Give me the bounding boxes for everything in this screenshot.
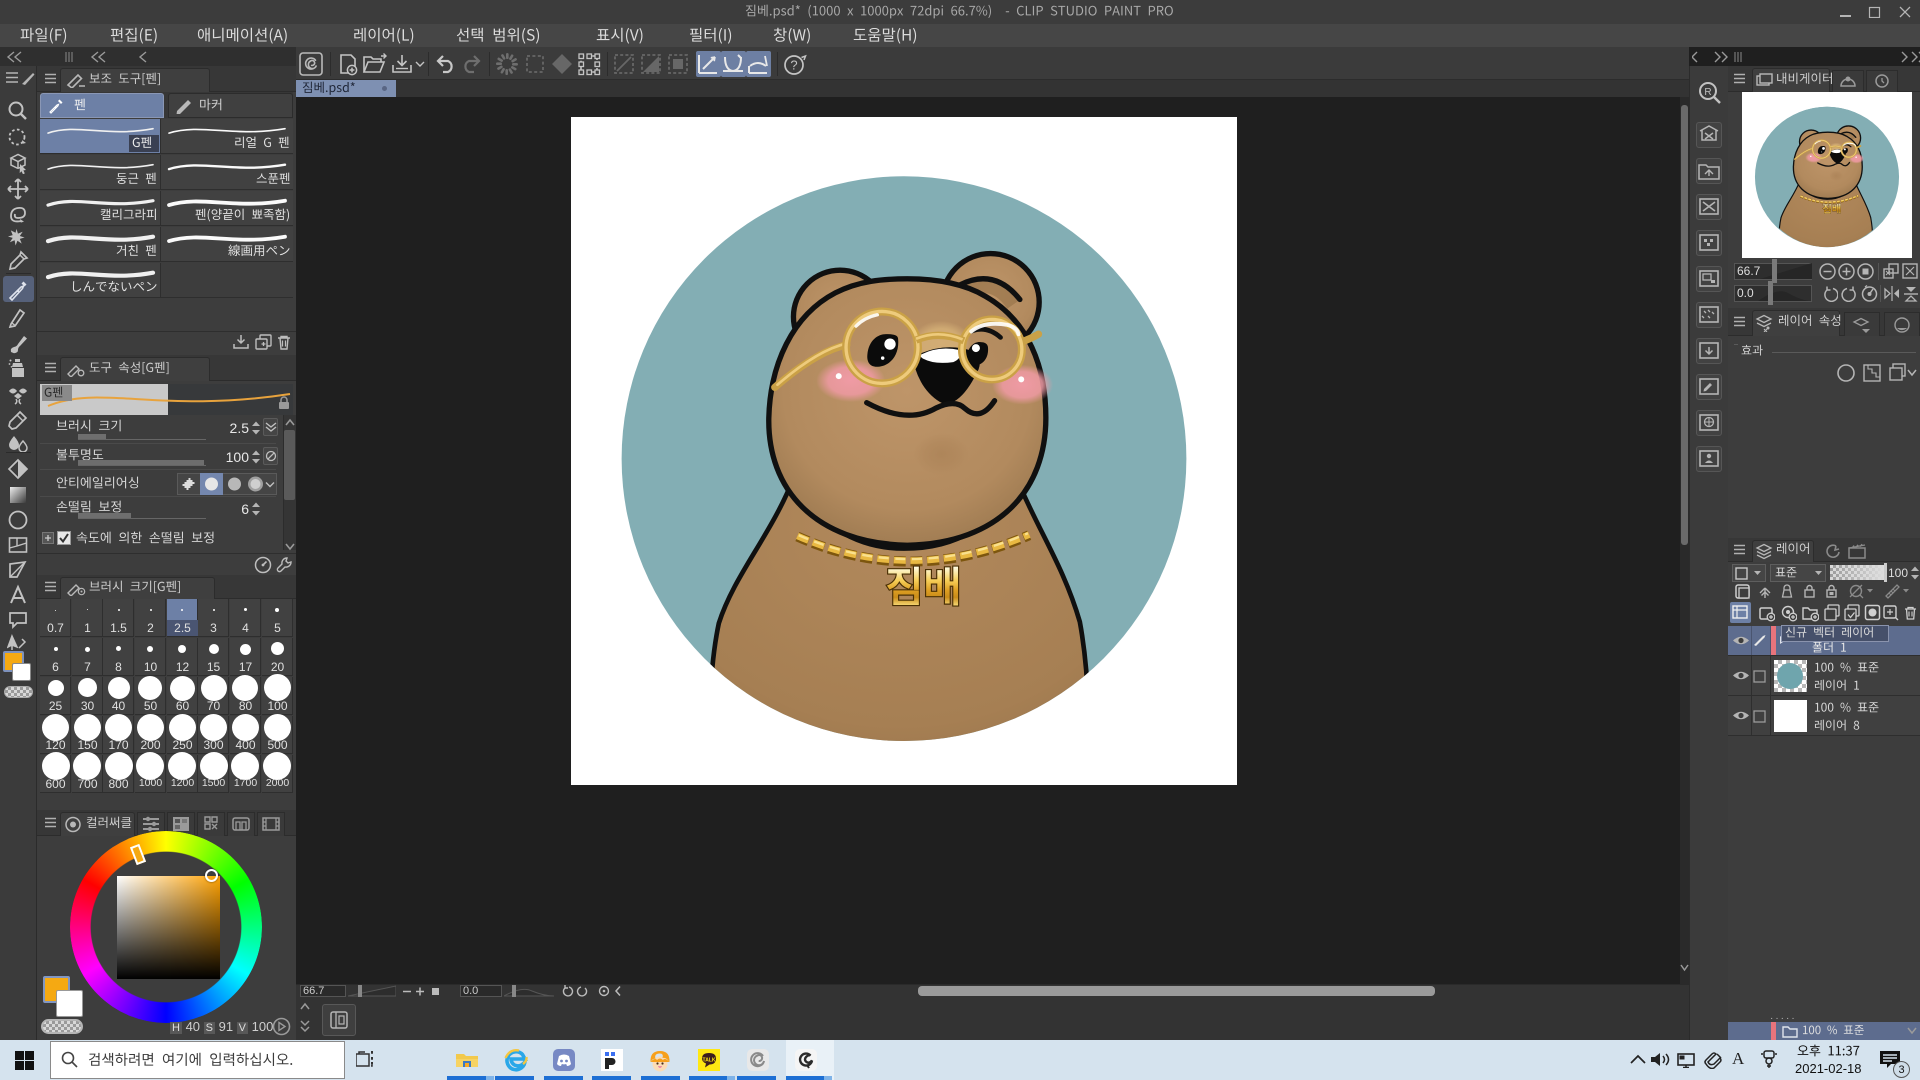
svg-text:TALK: TALK <box>703 1058 716 1064</box>
svg-text:?: ? <box>790 58 797 73</box>
svg-text:R: R <box>1704 87 1711 98</box>
